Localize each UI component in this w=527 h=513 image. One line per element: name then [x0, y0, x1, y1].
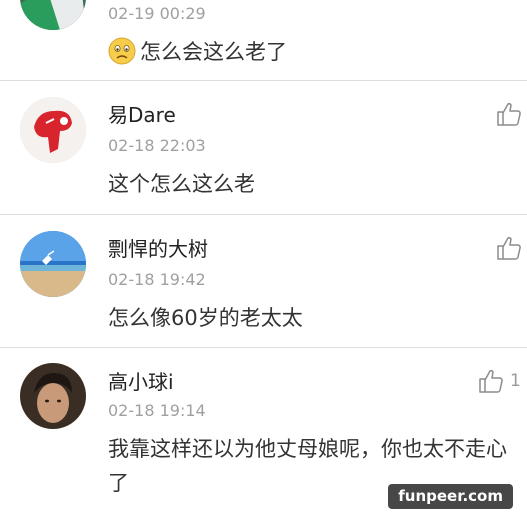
thumbs-up-icon [497, 102, 521, 126]
avatar[interactable] [20, 0, 86, 30]
comment-item: 易Dare 02-18 22:03 这个怎么这么老 [0, 81, 527, 214]
thumbs-up-icon [479, 369, 503, 393]
thumbs-up-icon [497, 236, 521, 260]
sad-face-icon [108, 37, 136, 65]
comment-text: 这个怎么这么老 [108, 172, 255, 196]
comment-item: 剽悍的大树 02-18 19:42 怎么像60岁的老太太 [0, 215, 527, 347]
comment-timestamp: 02-18 19:14 [108, 401, 206, 420]
like-button[interactable] [496, 101, 522, 127]
comment-timestamp: 02-19 00:29 [108, 4, 206, 23]
avatar[interactable] [20, 363, 86, 429]
like-button[interactable]: 1 [478, 368, 521, 394]
comment-username[interactable]: 易Dare [108, 99, 176, 128]
like-count: 1 [510, 371, 521, 391]
comment-item: 02-19 00:29 怎么会这么老了 [0, 0, 527, 80]
comment-username[interactable]: 剽悍的大树 [108, 233, 208, 262]
avatar[interactable] [20, 97, 86, 163]
comment-username[interactable]: 高小球i [108, 366, 174, 395]
comment-timestamp: 02-18 19:42 [108, 270, 206, 289]
comment-timestamp: 02-18 22:03 [108, 136, 206, 155]
comment-text-value: 怎么会这么老了 [140, 40, 287, 64]
avatar[interactable] [20, 231, 86, 297]
like-button[interactable] [496, 235, 522, 261]
comment-text: 怎么像60岁的老太太 [108, 306, 303, 330]
watermark: funpeer.com [388, 484, 513, 509]
comment-text: 怎么会这么老了 [108, 35, 518, 69]
